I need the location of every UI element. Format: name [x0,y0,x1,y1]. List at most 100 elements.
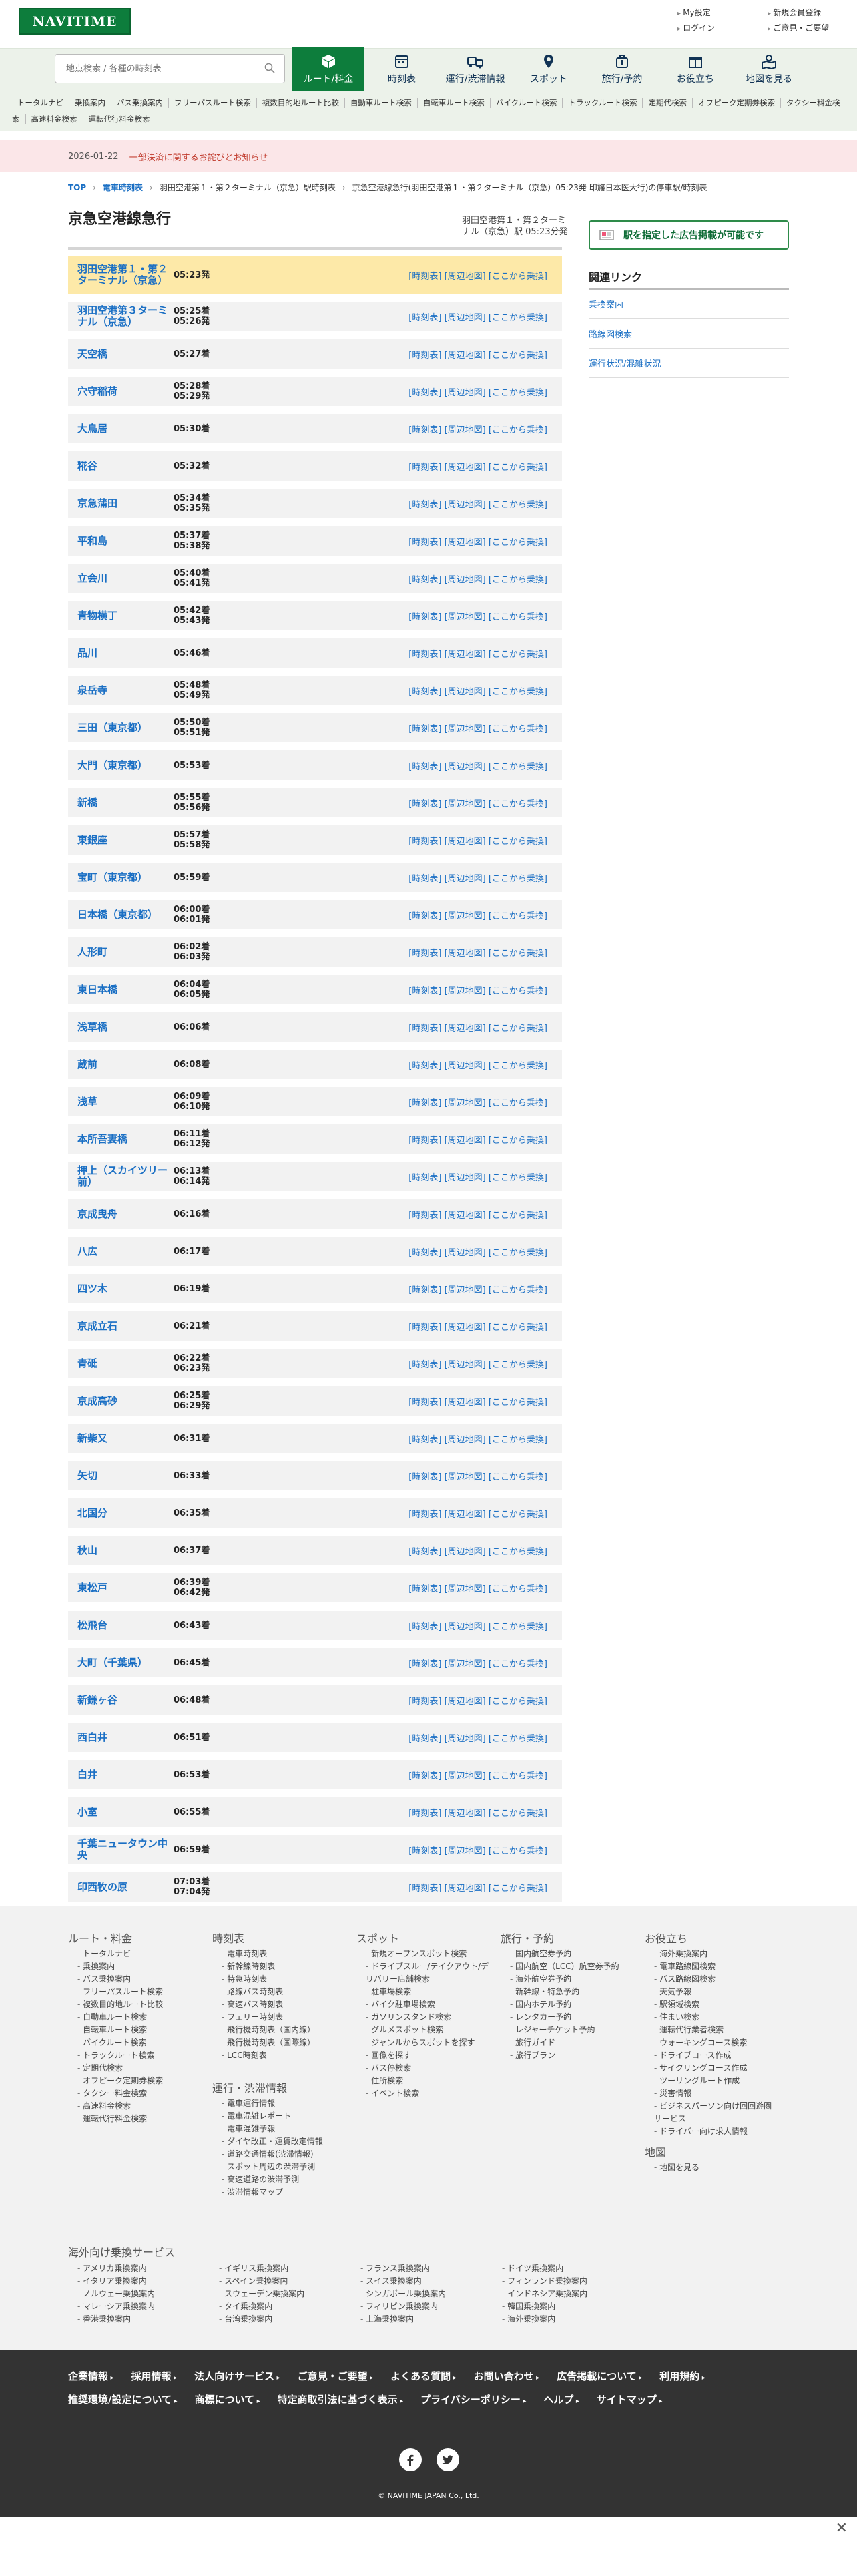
stop-links[interactable]: [時刻表] [周辺地図] [ここから乗換] [408,1349,547,1378]
footer-link[interactable]: フェリー時刻表 [222,2011,346,2024]
footer-link[interactable]: 駐車場検索 [366,1986,490,1998]
footer-link[interactable]: レンタカー予約 [510,2011,634,2024]
overseas-link[interactable]: イタリア乗換案内 [77,2275,219,2288]
stop-links[interactable]: [時刻表] [周辺地図] [ここから乗換] [408,1461,547,1490]
related-link-status[interactable]: 運行状況/混雑状況 [589,349,789,378]
footer-link[interactable]: 高速バス時刻表 [222,1998,346,2011]
notice-banner[interactable]: 2026-01-22 一部決済に関するお詫びとお知らせ [0,140,857,172]
stop-links[interactable]: [時刻表] [周辺地図] [ここから乗換] [408,1685,547,1715]
corporate-link[interactable]: ヘルプ [543,2389,579,2412]
subnav-item[interactable]: トラックルート検索 [563,98,643,108]
overseas-link[interactable]: フィンランド乗換案内 [502,2275,643,2288]
gnav-travel[interactable]: 旅行/予約 [586,49,658,90]
footer-link[interactable]: 自転車ルート検索 [77,2024,202,2036]
stop-links[interactable]: [時刻表] [周辺地図] [ここから乗換] [408,1835,547,1864]
stop-name[interactable]: 青砥 [77,1349,171,1378]
stop-links[interactable]: [時刻表] [周辺地図] [ここから乗換] [408,414,547,443]
footer-link[interactable]: 特急時刻表 [222,1973,346,1986]
stop-links[interactable]: [時刻表] [周辺地図] [ここから乗換] [408,1311,547,1341]
footer-link[interactable]: オフピーク定期券検索 [77,2075,202,2087]
footer-link[interactable]: ビジネスパーソン向け回回遊圏サービス [654,2100,778,2125]
subnav-item[interactable]: 自動車ルート検索 [344,98,418,108]
stop-links[interactable]: [時刻表] [周辺地図] [ここから乗換] [408,526,547,556]
overseas-link[interactable]: フィリピン乗換案内 [360,2300,502,2313]
footer-link[interactable]: フリーパスルート検索 [77,1986,202,1998]
stop-name[interactable]: 京成曳舟 [77,1199,171,1229]
stop-name[interactable]: 羽田空港第１・第２ターミナル（京急） [77,256,171,294]
subnav-item[interactable]: フリーパスルート検索 [169,98,257,108]
stop-links[interactable]: [時刻表] [周辺地図] [ここから乗換] [408,302,547,331]
overseas-link[interactable]: スペイン乗換案内 [219,2275,360,2288]
overseas-link[interactable]: マレーシア乗換案内 [77,2300,219,2313]
footer-link[interactable]: 新幹線時刻表 [222,1960,346,1973]
footer-link[interactable]: 電車時刻表 [222,1948,346,1960]
stop-name[interactable]: 秋山 [77,1536,171,1565]
stop-links[interactable]: [時刻表] [周辺地図] [ここから乗換] [408,1237,547,1266]
subnav-item[interactable]: バイクルート検索 [490,98,563,108]
breadcrumb-top[interactable]: TOP [68,183,86,192]
gnav-timetable[interactable]: 時刻表 [366,49,438,90]
stop-name[interactable]: 印西牧の原 [77,1872,171,1902]
stop-links[interactable]: [時刻表] [周辺地図] [ここから乗換] [408,339,547,369]
stop-links[interactable]: [時刻表] [周辺地図] [ここから乗換] [408,1872,547,1902]
ad-button[interactable]: 駅を指定した広告掲載が可能です [589,220,789,250]
stop-name[interactable]: 八広 [77,1237,171,1266]
footer-link[interactable]: グルメスポット検索 [366,2024,490,2036]
related-link-route-map[interactable]: 路線図検索 [589,319,789,349]
footer-link[interactable]: 乗換案内 [77,1960,202,1973]
footer-link[interactable]: 旅行プラン [510,2049,634,2062]
subnav-item[interactable]: トータルナビ [12,98,69,108]
overseas-link[interactable]: アメリカ乗換案内 [77,2262,219,2275]
footer-link[interactable]: 国内航空券予約 [510,1948,634,1960]
stop-name[interactable]: 大鳥居 [77,414,171,443]
footer-link[interactable]: 電車路線図検索 [654,1960,778,1973]
stop-name[interactable]: 浅草橋 [77,1012,171,1042]
stop-name[interactable]: 矢切 [77,1461,171,1490]
stop-links[interactable]: [時刻表] [周辺地図] [ここから乗換] [408,256,547,294]
stop-links[interactable]: [時刻表] [周辺地図] [ここから乗換] [408,1648,547,1677]
footer-link[interactable]: ドライブコース作成 [654,2049,778,2062]
stop-name[interactable]: 人形町 [77,937,171,967]
footer-link[interactable]: 海外乗換案内 [654,1948,778,1960]
footer-link[interactable]: 電車混雑予報 [222,2123,346,2135]
overseas-link[interactable]: スウェーデン乗換案内 [219,2288,360,2300]
gnav-spot[interactable]: スポット [513,49,585,90]
footer-link[interactable]: ドライブスルー/テイクアウト/デリバリー店舗検索 [366,1960,490,1986]
overseas-link[interactable]: 海外乗換案内 [502,2313,643,2326]
overseas-link[interactable]: シンガポール乗換案内 [360,2288,502,2300]
stop-name[interactable]: 浅草 [77,1087,171,1116]
footer-link[interactable]: 自動車ルート検索 [77,2011,202,2024]
corporate-link[interactable]: 商標について [195,2389,260,2412]
stop-links[interactable]: [時刻表] [周辺地図] [ここから乗換] [408,1386,547,1416]
stop-name[interactable]: 新鎌ヶ谷 [77,1685,171,1715]
stop-name[interactable]: 京成高砂 [77,1386,171,1416]
stop-name[interactable]: 新橋 [77,788,171,817]
twitter-icon[interactable] [437,2448,459,2471]
stop-name[interactable]: 立会川 [77,564,171,593]
stop-links[interactable]: [時刻表] [周辺地図] [ここから乗換] [408,1611,547,1640]
subnav-item[interactable]: 高速料金検索 [25,114,83,124]
overseas-link[interactable]: タイ乗換案内 [219,2300,360,2313]
corporate-link[interactable]: 企業情報 [68,2366,114,2389]
subnav-item[interactable]: 自転車ルート検索 [417,98,491,108]
footer-link[interactable]: 渋滞情報マップ [222,2186,346,2199]
footer-link[interactable]: トラックルート検索 [77,2049,202,2062]
stop-links[interactable]: [時刻表] [周辺地図] [ここから乗換] [408,377,547,406]
footer-link[interactable]: 国内ホテル予約 [510,1998,634,2011]
stop-name[interactable]: 大町（千葉県） [77,1648,171,1677]
stop-name[interactable]: 大門（東京都） [77,750,171,780]
overseas-link[interactable]: フランス乗換案内 [360,2262,502,2275]
stop-name[interactable]: 泉岳寺 [77,676,171,705]
stop-name[interactable]: 蔵前 [77,1050,171,1079]
search-icon[interactable] [264,63,275,73]
stop-links[interactable]: [時刻表] [周辺地図] [ここから乗換] [408,1199,547,1229]
stop-name[interactable]: 松飛台 [77,1611,171,1640]
footer-link[interactable]: 住所検索 [366,2075,490,2087]
stop-links[interactable]: [時刻表] [周辺地図] [ここから乗換] [408,1573,547,1602]
stop-name[interactable]: 羽田空港第３ターミナル（京急） [77,302,171,331]
stop-name[interactable]: 北国分 [77,1498,171,1528]
corporate-link[interactable]: サイトマップ [597,2389,663,2412]
facebook-icon[interactable] [399,2448,422,2471]
header-link-feedback[interactable]: ご意見・ご要望 [768,22,844,33]
corporate-link[interactable]: よくある質問 [390,2366,457,2389]
